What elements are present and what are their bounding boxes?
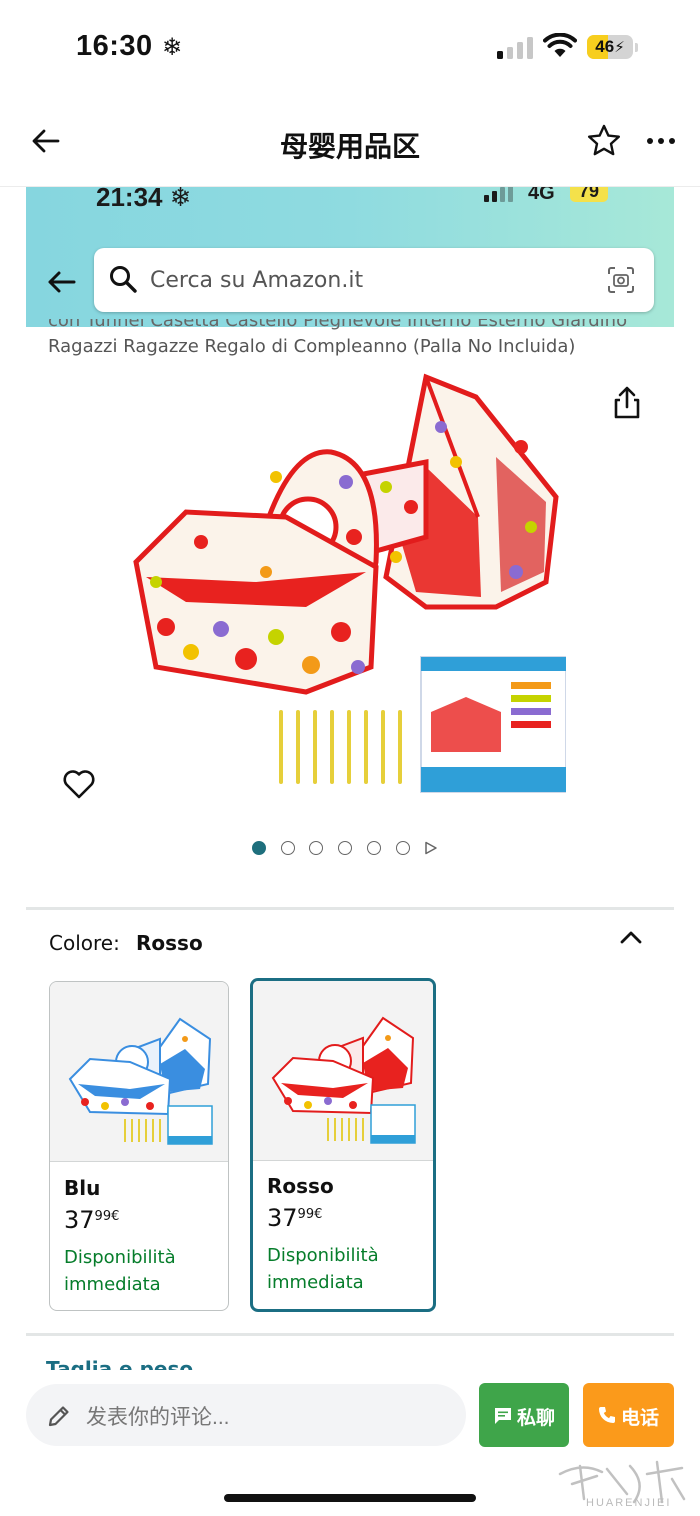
wifi-icon xyxy=(543,33,577,57)
carousel-dot[interactable] xyxy=(338,841,353,855)
amazon-search-bar[interactable] xyxy=(94,248,654,312)
image-carousel-indicator[interactable] xyxy=(252,841,452,857)
color-option-price: 3799€ xyxy=(267,1204,323,1232)
section-divider xyxy=(26,907,674,910)
availability-text: Disponibilità immediata xyxy=(267,1245,379,1293)
size-weight-section-title[interactable]: Taglia e peso xyxy=(46,1357,193,1370)
chat-label: 私聊 xyxy=(517,1408,556,1429)
embedded-time: 21:34 ❄ xyxy=(96,187,192,212)
color-label: Colore: xyxy=(49,931,120,955)
carousel-dot[interactable] xyxy=(395,841,410,855)
cellular-signal-icon xyxy=(497,37,533,59)
carousel-dot[interactable] xyxy=(252,841,266,855)
embedded-battery: 79 xyxy=(570,187,608,202)
status-time: 16:30 xyxy=(76,30,153,62)
color-option-image xyxy=(253,981,433,1161)
comment-placeholder: 发表你的评论... xyxy=(86,1406,230,1429)
phone-icon xyxy=(599,1407,615,1423)
color-option-rosso[interactable]: Rosso 3799€ Disponibilità immediata xyxy=(250,978,436,1312)
section-divider xyxy=(26,1333,674,1336)
carousel-dot[interactable] xyxy=(280,841,295,855)
color-option-name: Rosso xyxy=(267,1174,334,1198)
star-icon[interactable] xyxy=(586,123,622,159)
color-value: Rosso xyxy=(136,931,203,955)
color-option-image xyxy=(50,982,228,1162)
battery-indicator: 46⚡ xyxy=(587,35,633,59)
share-icon[interactable] xyxy=(610,385,644,421)
more-icon[interactable] xyxy=(645,125,677,157)
embedded-network: 4G xyxy=(528,187,555,204)
search-icon xyxy=(110,266,137,293)
color-option-price: 3799€ xyxy=(64,1206,120,1234)
red-tent-thumbnail xyxy=(271,1016,416,1144)
product-title-line-2: Ragazzi Ragazze Regalo di Compleanno (Pa… xyxy=(48,336,576,357)
watermark-text: HUARENJIEI xyxy=(586,1497,672,1509)
availability-text: Disponibilità immediata xyxy=(64,1247,176,1295)
product-title-line-1: con Tunnel Casetta Castello Pieghevole I… xyxy=(48,319,628,331)
battery-level: 46 xyxy=(595,37,615,56)
message-icon xyxy=(495,1408,511,1424)
color-option-blu[interactable]: Blu 3799€ Disponibilità immediata xyxy=(49,981,229,1311)
video-play-icon[interactable] xyxy=(424,841,438,855)
camera-search-icon[interactable] xyxy=(606,265,636,295)
battery-nub xyxy=(635,43,638,52)
status-bar: 16:30 ❄ 46⚡ xyxy=(0,0,700,95)
embedded-back-arrow-icon[interactable] xyxy=(44,265,78,299)
embedded-header: 21:34 ❄ 4G 79 xyxy=(26,187,674,327)
comment-input[interactable]: 发表你的评论... xyxy=(26,1384,466,1446)
private-chat-button[interactable]: 私聊 xyxy=(479,1383,569,1447)
product-title: con Tunnel Casetta Castello Pieghevole I… xyxy=(48,319,658,361)
carousel-dot[interactable] xyxy=(309,841,324,855)
search-input[interactable] xyxy=(150,260,590,300)
carousel-dot[interactable] xyxy=(366,841,381,855)
embedded-screenshot: 21:34 ❄ 4G 79 con Tunnel Casetta Castell… xyxy=(26,187,674,1370)
blue-tent-thumbnail xyxy=(68,1017,213,1145)
color-option-name: Blu xyxy=(64,1176,101,1200)
call-button[interactable]: 电话 xyxy=(583,1383,674,1447)
pencil-icon xyxy=(48,1406,69,1427)
chevron-up-icon[interactable] xyxy=(618,925,644,951)
snowflake-icon: ❄ xyxy=(162,34,183,61)
nav-bar: 母婴用品区 xyxy=(0,95,700,187)
home-indicator[interactable] xyxy=(224,1494,476,1502)
embedded-status-icons: 4G 79 xyxy=(484,187,624,205)
call-label: 电话 xyxy=(621,1408,660,1429)
product-image[interactable] xyxy=(126,367,566,807)
heart-icon[interactable] xyxy=(62,768,96,800)
